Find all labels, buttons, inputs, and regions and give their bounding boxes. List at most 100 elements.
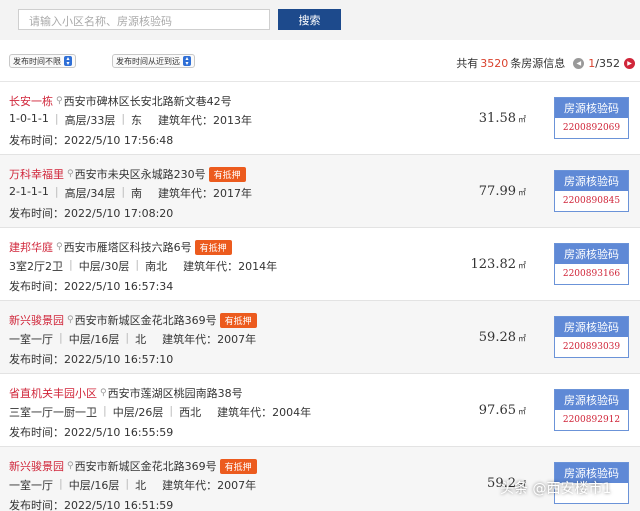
listing-details: 一室一厅 | 中层/16层 | 北 建筑年代：2007年 [9,477,257,492]
listing-floor: 高层/33层 [64,114,116,127]
listing-layout: 3室2厅2卫 [9,260,63,273]
verify-box: 房源核验码 2200892069 [554,97,629,139]
prev-page-icon[interactable]: ◀ [573,57,585,69]
listing-orientation: 北 [135,333,147,346]
verify-code-button[interactable]: 房源核验码 [555,171,628,191]
time-filter-select[interactable]: 发布时间不限 ▴ ▾ [9,54,76,68]
listing-row[interactable]: 建邦华庭 ⚲ 西安市雁塔区科技六路6号 有抵押 3室2厅2卫 | 中层/30层 | … [0,228,640,301]
verify-code-button[interactable]: 房源核验码 [555,390,628,410]
listing-name[interactable]: 建邦华庭 [9,239,53,255]
mortgage-tag: 有抵押 [219,312,257,328]
verify-code-value: 2200890845 [555,191,628,211]
listing-orientation: 东 [131,114,143,127]
search-bar: 请输入小区名称、房源核验码 搜索 [0,0,640,40]
mortgage-tag: 有抵押 [219,458,257,474]
page-total: /352 [595,56,620,70]
listing-orientation: 北 [135,479,147,492]
area-unit: ㎡ [518,407,526,416]
listing-floor: 中层/26层 [112,406,164,419]
listing-row[interactable]: 长安一栋 ⚲ 西安市碑林区长安北路新文巷42号 1-0-1-1 | 高层/33层 |… [0,82,640,155]
listing-floor: 中层/16层 [68,333,120,346]
listing-year: 建筑年代：2004年 [217,406,312,419]
verify-code-button[interactable]: 房源核验码 [555,98,628,118]
time-filter-label: 发布时间不限 [13,56,61,66]
verify-box: 房源核验码 2200893166 [554,243,629,285]
location-pin-icon: ⚲ [56,242,63,252]
listing-address: 西安市莲湖区桃园南路38号 [107,387,243,400]
location-pin-icon: ⚲ [100,388,107,398]
watermark: 头条 @西安楼市1 [500,481,612,497]
listing-details: 2-1-1-1 | 高层/34层 | 南 建筑年代：2017年 [9,185,253,200]
count-value: 3520 [480,56,509,70]
listing-address: 西安市未央区永城路230号 [74,168,206,181]
sort-select[interactable]: 发布时间从近到远 ▴ ▾ [112,54,195,68]
verify-code-value: 2200892069 [555,118,628,138]
listing-orientation: 西北 [179,406,202,419]
listing-orientation: 南 [131,187,143,200]
mortgage-tag: 有抵押 [194,239,232,255]
location-pin-icon: ⚲ [67,461,74,471]
listing-layout: 1-0-1-1 [9,112,49,125]
listing-year: 建筑年代：2007年 [162,479,257,492]
listing-layout: 2-1-1-1 [9,185,49,198]
search-input[interactable]: 请输入小区名称、房源核验码 [18,9,270,30]
next-page-icon[interactable]: ▶ [624,57,635,69]
listing-layout: 一室一厅 [9,479,53,492]
listing-published: 发布时间：2022/5/10 17:08:20 [9,207,174,220]
verify-code-value: 2200893039 [555,337,628,357]
area-value: 59.28 [478,330,516,345]
listing-floor: 中层/16层 [68,479,120,492]
listing-name[interactable]: 新兴骏景园 [9,312,64,328]
listing-year: 建筑年代：2007年 [162,333,257,346]
listing-name[interactable]: 省直机关丰园小区 [9,385,97,401]
listing-address: 西安市新城区金花北路369号 [74,460,217,473]
listing-area: 31.58 ㎡ [466,111,526,126]
verify-code-value: 2200892912 [555,410,628,430]
listing-name[interactable]: 万科幸福里 [9,166,64,182]
verify-code-button[interactable]: 房源核验码 [555,244,628,264]
listing-list: 长安一栋 ⚲ 西安市碑林区长安北路新文巷42号 1-0-1-1 | 高层/33层 |… [0,82,640,511]
search-button[interactable]: 搜索 [278,9,341,30]
listing-published: 发布时间：2022/5/10 16:57:34 [9,280,174,293]
listing-name[interactable]: 新兴骏景园 [9,458,64,474]
verify-box: 房源核验码 2200892912 [554,389,629,431]
sort-label: 发布时间从近到远 [116,56,180,66]
listing-details: 一室一厅 | 中层/16层 | 北 建筑年代：2007年 [9,331,257,346]
listing-floor: 高层/34层 [64,187,116,200]
listing-row[interactable]: 新兴骏景园 ⚲ 西安市新城区金花北路369号 有抵押 一室一厅 | 中层/16层 |… [0,301,640,374]
listing-layout: 三室一厅一厨一卫 [9,406,97,419]
area-value: 97.65 [478,403,516,418]
area-unit: ㎡ [518,261,526,270]
area-value: 123.82 [470,257,517,272]
listing-row[interactable]: 万科幸福里 ⚲ 西安市未央区永城路230号 有抵押 2-1-1-1 | 高层/34… [0,155,640,228]
listing-name[interactable]: 长安一栋 [9,93,53,109]
location-pin-icon: ⚲ [56,96,63,106]
area-unit: ㎡ [518,188,526,197]
verify-box: 房源核验码 2200893039 [554,316,629,358]
listing-address: 西安市新城区金花北路369号 [74,314,217,327]
area-value: 31.58 [478,111,516,126]
page-indicator: 1/352 [588,57,620,70]
count-prefix: 共有 [456,57,479,70]
count-suffix: 条房源信息 [510,57,566,70]
listing-layout: 一室一厅 [9,333,53,346]
select-arrows-icon: ▴ ▾ [64,56,72,67]
verify-code-value: 2200893166 [555,264,628,284]
mortgage-tag: 有抵押 [208,166,246,182]
listing-published: 发布时间：2022/5/10 17:56:48 [9,134,174,147]
listing-address: 西安市碑林区长安北路新文巷42号 [63,95,232,108]
listing-row[interactable]: 省直机关丰园小区 ⚲ 西安市莲湖区桃园南路38号 三室一厅一厨一卫 | 中层/26… [0,374,640,447]
select-arrows-icon: ▴ ▾ [183,56,191,67]
listing-area: 77.99 ㎡ [466,184,526,199]
verify-code-button[interactable]: 房源核验码 [555,317,628,337]
listing-published: 发布时间：2022/5/10 16:55:59 [9,426,174,439]
listing-details: 三室一厅一厨一卫 | 中层/26层 | 西北 建筑年代：2004年 [9,404,312,419]
listing-published: 发布时间：2022/5/10 16:57:10 [9,353,174,366]
listing-published: 发布时间：2022/5/10 16:51:59 [9,499,174,511]
listing-year: 建筑年代：2014年 [183,260,278,273]
listing-details: 3室2厅2卫 | 中层/30层 | 南北 建筑年代：2014年 [9,258,278,273]
location-pin-icon: ⚲ [67,315,74,325]
filter-bar: 发布时间不限 ▴ ▾ 发布时间从近到远 ▴ ▾ 共有 3520 条房源信息 ◀ 1/… [0,40,640,82]
location-pin-icon: ⚲ [67,169,74,179]
verify-box: 房源核验码 2200890845 [554,170,629,212]
